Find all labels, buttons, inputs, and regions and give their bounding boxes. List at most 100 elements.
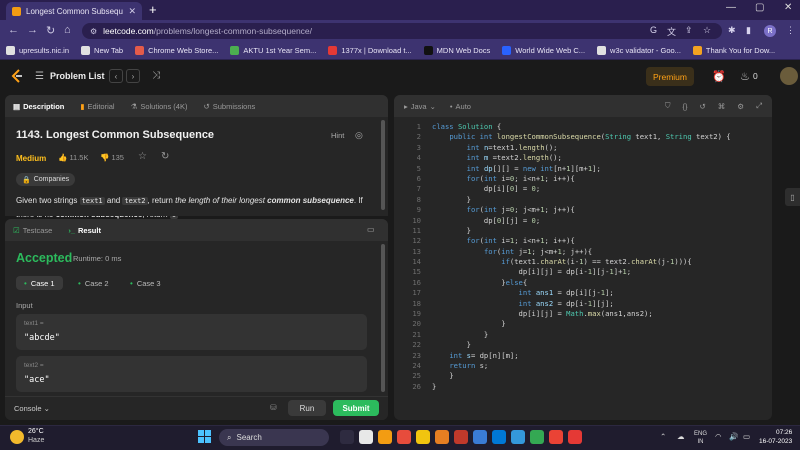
console-toggle[interactable]: Console ⌄ <box>14 404 50 413</box>
hint-button[interactable]: Hint <box>331 131 344 140</box>
bookmark-item[interactable]: upresults.nic.in <box>6 46 69 55</box>
extensions-icon[interactable]: ✱ <box>728 25 736 36</box>
taskbar-app-icon[interactable] <box>397 430 411 444</box>
bookmark-item[interactable]: Thank You for Dow... <box>692 46 775 55</box>
taskbar-app-icon[interactable] <box>568 430 582 444</box>
tab-submissions[interactable]: ↺ Submissions <box>203 102 255 111</box>
shortcut-icon[interactable]: ⌘ <box>718 102 726 111</box>
clock[interactable]: 07:26 16-07-2023 <box>759 428 792 446</box>
bookmark-item[interactable]: New Tab <box>81 46 123 55</box>
description-fade <box>5 208 388 216</box>
tab-solutions[interactable]: ⚗ Solutions (4K) <box>131 102 188 111</box>
companies-tag[interactable]: 🔒 Companies <box>16 173 76 186</box>
upload-icon[interactable]: ⛁ <box>270 403 277 412</box>
taskbar-app-icon[interactable] <box>530 430 544 444</box>
description-scrollbar[interactable] <box>381 120 385 210</box>
leetcode-logo-icon[interactable] <box>11 69 24 83</box>
taskbar-app-icon[interactable] <box>340 430 354 444</box>
auto-mode[interactable]: • Auto <box>450 102 471 111</box>
bookmark-item[interactable]: w3c validator - Goo... <box>597 46 681 55</box>
chrome-menu-icon[interactable]: ⋮ <box>786 25 795 36</box>
run-button[interactable]: Run <box>288 400 326 416</box>
problem-list-icon[interactable]: ☰ <box>35 71 44 82</box>
taskbar-app-icon[interactable] <box>492 430 506 444</box>
bookmark-star-icon[interactable]: ☆ <box>703 25 711 36</box>
case-1-tab[interactable]: • Case 1 <box>16 276 63 290</box>
bookmark-icon[interactable]: ⛉ <box>665 101 671 111</box>
tab-description[interactable]: ▤ Description <box>13 102 64 111</box>
side-panel-icon[interactable]: ▮ <box>746 25 751 36</box>
bookmark-item[interactable]: 1377x | Download t... <box>328 46 412 55</box>
result-scrollbar[interactable] <box>381 244 385 392</box>
code-line: 12 for(int i=1; i<n+1; i++){ <box>403 236 731 246</box>
tab-testcase[interactable]: ☑ Testcase <box>13 226 52 235</box>
taskbar-app-icon[interactable] <box>549 430 563 444</box>
taskbar-app-icon[interactable] <box>378 430 392 444</box>
close-window-icon[interactable]: ✕ <box>784 2 792 13</box>
taskbar-app-icon[interactable] <box>454 430 468 444</box>
settings-circle-icon[interactable]: ◎ <box>355 130 363 141</box>
bookmark-item[interactable]: World Wide Web C... <box>502 46 585 55</box>
taskbar-app-icon[interactable] <box>416 430 430 444</box>
volume-icon[interactable]: 🔊 <box>729 432 738 441</box>
case-2-tab[interactable]: • Case 2 <box>70 276 117 290</box>
settings-icon[interactable]: ⚙ <box>737 102 744 111</box>
streak-fire-icon[interactable]: ♨ <box>740 70 750 83</box>
maximize-icon[interactable]: ▢ <box>755 2 764 13</box>
taskbar-app-icon[interactable] <box>435 430 449 444</box>
profile-avatar[interactable]: R <box>764 25 776 37</box>
fullscreen-icon[interactable]: ⤢ <box>756 101 762 111</box>
windows-start-icon[interactable] <box>198 430 211 443</box>
problem-list-link[interactable]: Problem List <box>50 71 105 81</box>
language-select[interactable]: ▸ Java ⌄ <box>404 102 436 111</box>
new-tab-button[interactable]: + <box>149 2 157 18</box>
close-tab-icon[interactable]: ✕ <box>128 6 136 17</box>
bookmark-item[interactable]: Chrome Web Store... <box>135 46 218 55</box>
tab-result[interactable]: ›_ Result <box>68 226 101 235</box>
timer-icon[interactable]: ⏰ <box>712 70 726 83</box>
wifi-icon[interactable]: ◠ <box>715 432 722 441</box>
home-icon[interactable]: ⌂ <box>64 24 71 36</box>
bookmark-item[interactable]: MDN Web Docs <box>423 46 490 55</box>
like-button[interactable]: 👍 11.5K <box>58 153 88 162</box>
taskbar-app-icon[interactable] <box>359 430 373 444</box>
share-link-icon[interactable]: ↻ <box>161 151 169 162</box>
forward-icon[interactable]: → <box>27 24 38 36</box>
back-icon[interactable]: ← <box>8 24 19 36</box>
flask-icon: ⚗ <box>130 101 138 111</box>
prev-problem-button[interactable]: ‹ <box>109 69 123 83</box>
language-indicator[interactable]: ENG IN <box>694 430 707 446</box>
code-area[interactable]: 1 class Solution {2 public int longestCom… <box>403 122 731 392</box>
next-problem-button[interactable]: › <box>126 69 140 83</box>
site-info-icon[interactable]: ⚙ <box>90 27 97 36</box>
share-icon[interactable]: ⇪ <box>685 25 693 36</box>
tray-chevron-up-icon[interactable]: ⌃ <box>660 432 666 441</box>
taskbar-search[interactable]: ⌕ Search <box>219 429 329 446</box>
history-icon: ↺ <box>203 101 210 111</box>
shuffle-icon[interactable]: ⤨ <box>152 70 160 81</box>
bookmark-item[interactable]: AKTU 1st Year Sem... <box>230 46 316 55</box>
favorite-star-icon[interactable]: ☆ <box>138 151 147 162</box>
reload-icon[interactable]: ↻ <box>46 24 55 37</box>
cloud-icon[interactable]: ☁ <box>677 432 685 441</box>
case-3-tab[interactable]: • Case 3 <box>122 276 169 290</box>
google-icon[interactable]: G <box>650 25 657 35</box>
line-number: 19 <box>412 309 421 319</box>
dislike-button[interactable]: 👎 135 <box>100 153 124 162</box>
taskbar-app-icon[interactable] <box>511 430 525 444</box>
browser-tab[interactable]: Longest Common Subsequence ✕ <box>6 2 142 20</box>
url-bar[interactable]: ⚙ leetcode.com /problems/longest-common-… <box>82 23 722 39</box>
braces-icon[interactable]: {} <box>682 102 687 111</box>
premium-button[interactable]: Premium <box>646 67 694 86</box>
weather-sun-icon[interactable] <box>10 430 24 444</box>
notes-side-icon[interactable]: ▯ <box>785 188 800 206</box>
reset-icon[interactable]: ↺ <box>699 102 705 111</box>
minimize-icon[interactable]: — <box>726 2 736 13</box>
taskbar-app-icon[interactable] <box>473 430 487 444</box>
battery-icon[interactable]: ▭ <box>743 432 750 441</box>
translate-icon[interactable]: 文 <box>667 25 676 38</box>
tab-editorial[interactable]: ▮ Editorial <box>80 102 114 111</box>
collapse-panel-icon[interactable]: ▭ <box>367 225 375 234</box>
user-avatar[interactable] <box>780 67 798 85</box>
submit-button[interactable]: Submit <box>333 400 379 416</box>
